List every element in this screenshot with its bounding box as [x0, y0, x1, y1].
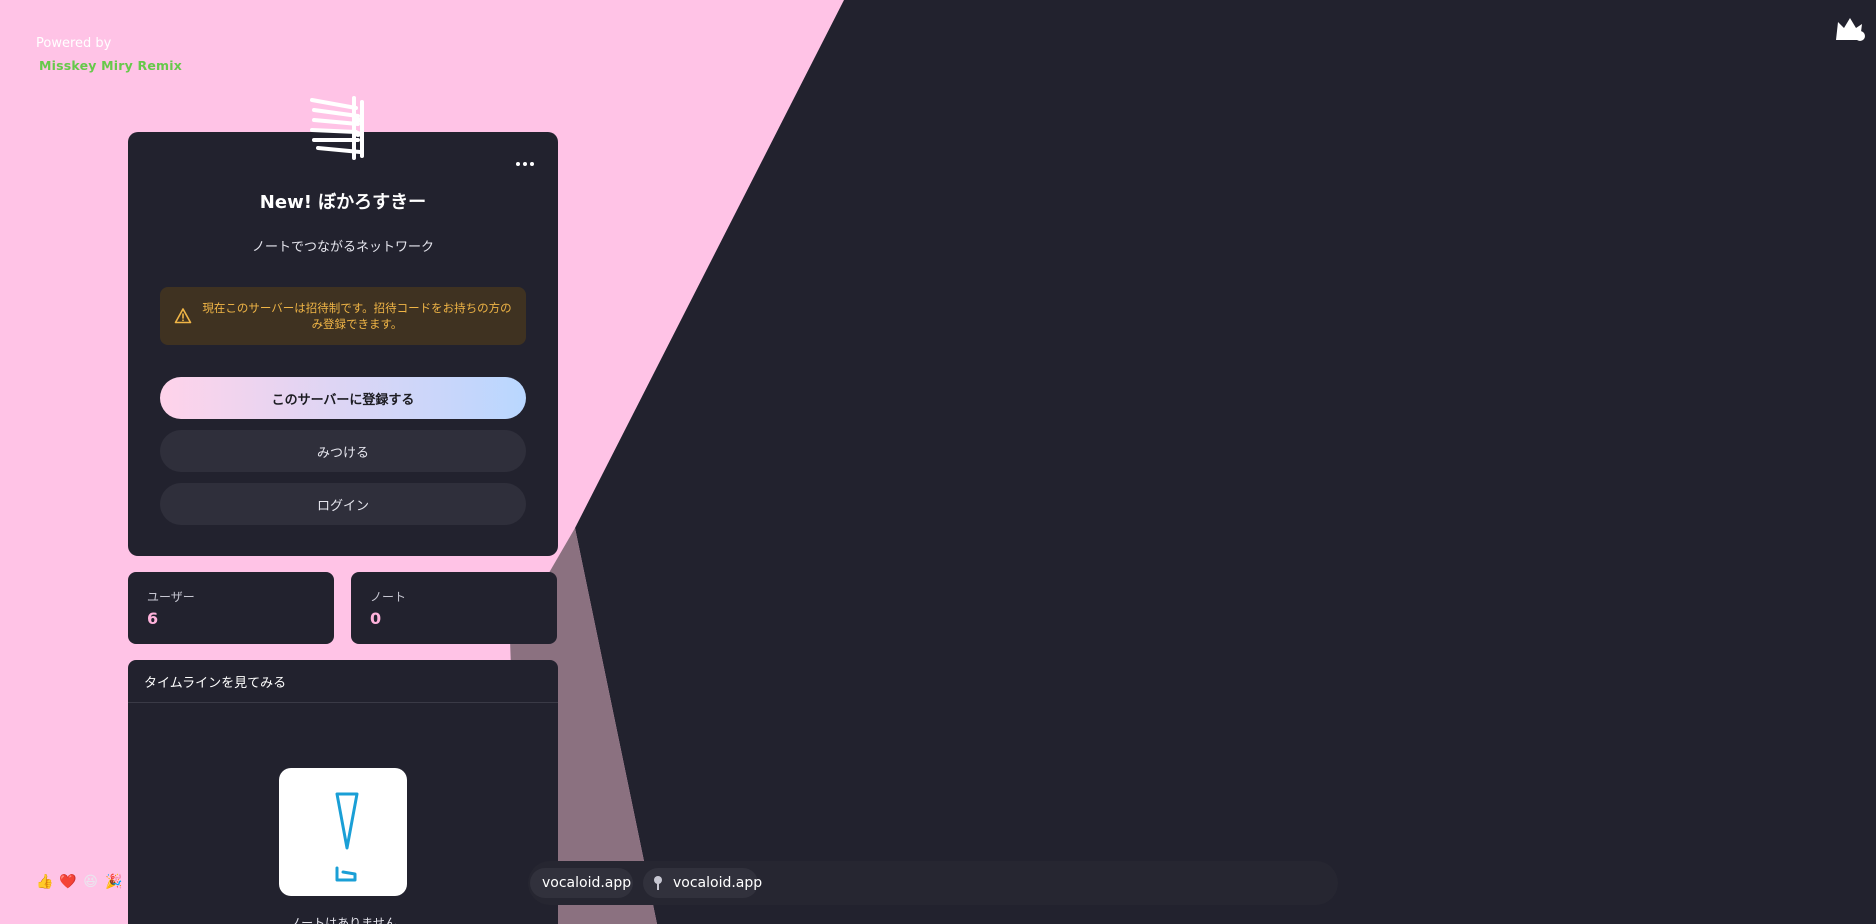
ticker-item[interactable]: vocaloid.app: [643, 868, 762, 898]
emoji-reaction: ❤️: [59, 874, 77, 890]
notes-stat-value: 0: [370, 609, 382, 628]
powered-by: Powered by Misskey Miry Remix: [36, 36, 182, 73]
ticker-item[interactable]: vocaloid.app: [530, 868, 633, 898]
empty-timeline-image: [279, 768, 407, 896]
more-dots-icon[interactable]: [512, 156, 538, 172]
users-stat: ユーザー 6: [128, 572, 334, 644]
signup-button[interactable]: このサーバーに登録する: [160, 377, 526, 419]
explore-button[interactable]: みつける: [160, 430, 526, 472]
instance-icon: [654, 876, 662, 890]
federation-ticker: vocaloid.app vocaloid.app: [528, 861, 1338, 905]
ticker-item-label: vocaloid.app: [542, 875, 632, 891]
warning-text: 現在このサーバーは招待制です。招待コードをお持ちの方のみ登録できます。: [202, 301, 512, 331]
notes-stat-label: ノート: [370, 590, 407, 604]
ticker-item-label: vocaloid.app: [673, 875, 763, 891]
server-icon: [308, 90, 388, 170]
instance-title: New! ぼかろすきー: [259, 192, 427, 213]
users-stat-value: 6: [147, 609, 159, 628]
emoji-reaction: 🎉: [105, 874, 123, 890]
login-button[interactable]: ログイン: [160, 483, 526, 525]
warning-triangle-icon: [174, 308, 192, 324]
misskey-logo[interactable]: Misskey Miry Remix: [39, 58, 182, 73]
instance-description: ノートでつながるネットワーク: [251, 240, 434, 255]
invite-only-warning: 現在このサーバーは招待制です。招待コードをお持ちの方のみ登録できます。: [160, 287, 526, 345]
powered-by-label: Powered by: [36, 36, 112, 51]
timeline-preview: タイムラインを見てみる ノートはありません: [128, 660, 558, 924]
emoji-reaction: 😆: [83, 874, 98, 890]
users-stat-label: ユーザー: [147, 590, 195, 604]
misskey-cat-icon[interactable]: [1830, 10, 1866, 46]
welcome-card: New! ぼかろすきー ノートでつながるネットワーク 現在このサーバーは招待制で…: [128, 96, 558, 556]
emoji-reaction: 👍: [36, 874, 54, 890]
notes-stat: ノート 0: [351, 572, 557, 644]
emoji-reactions: 👍 ❤️ 😆 🎉: [36, 874, 122, 890]
empty-timeline-text: ノートはありません: [289, 916, 397, 924]
timeline-header[interactable]: タイムラインを見てみる: [128, 660, 558, 703]
